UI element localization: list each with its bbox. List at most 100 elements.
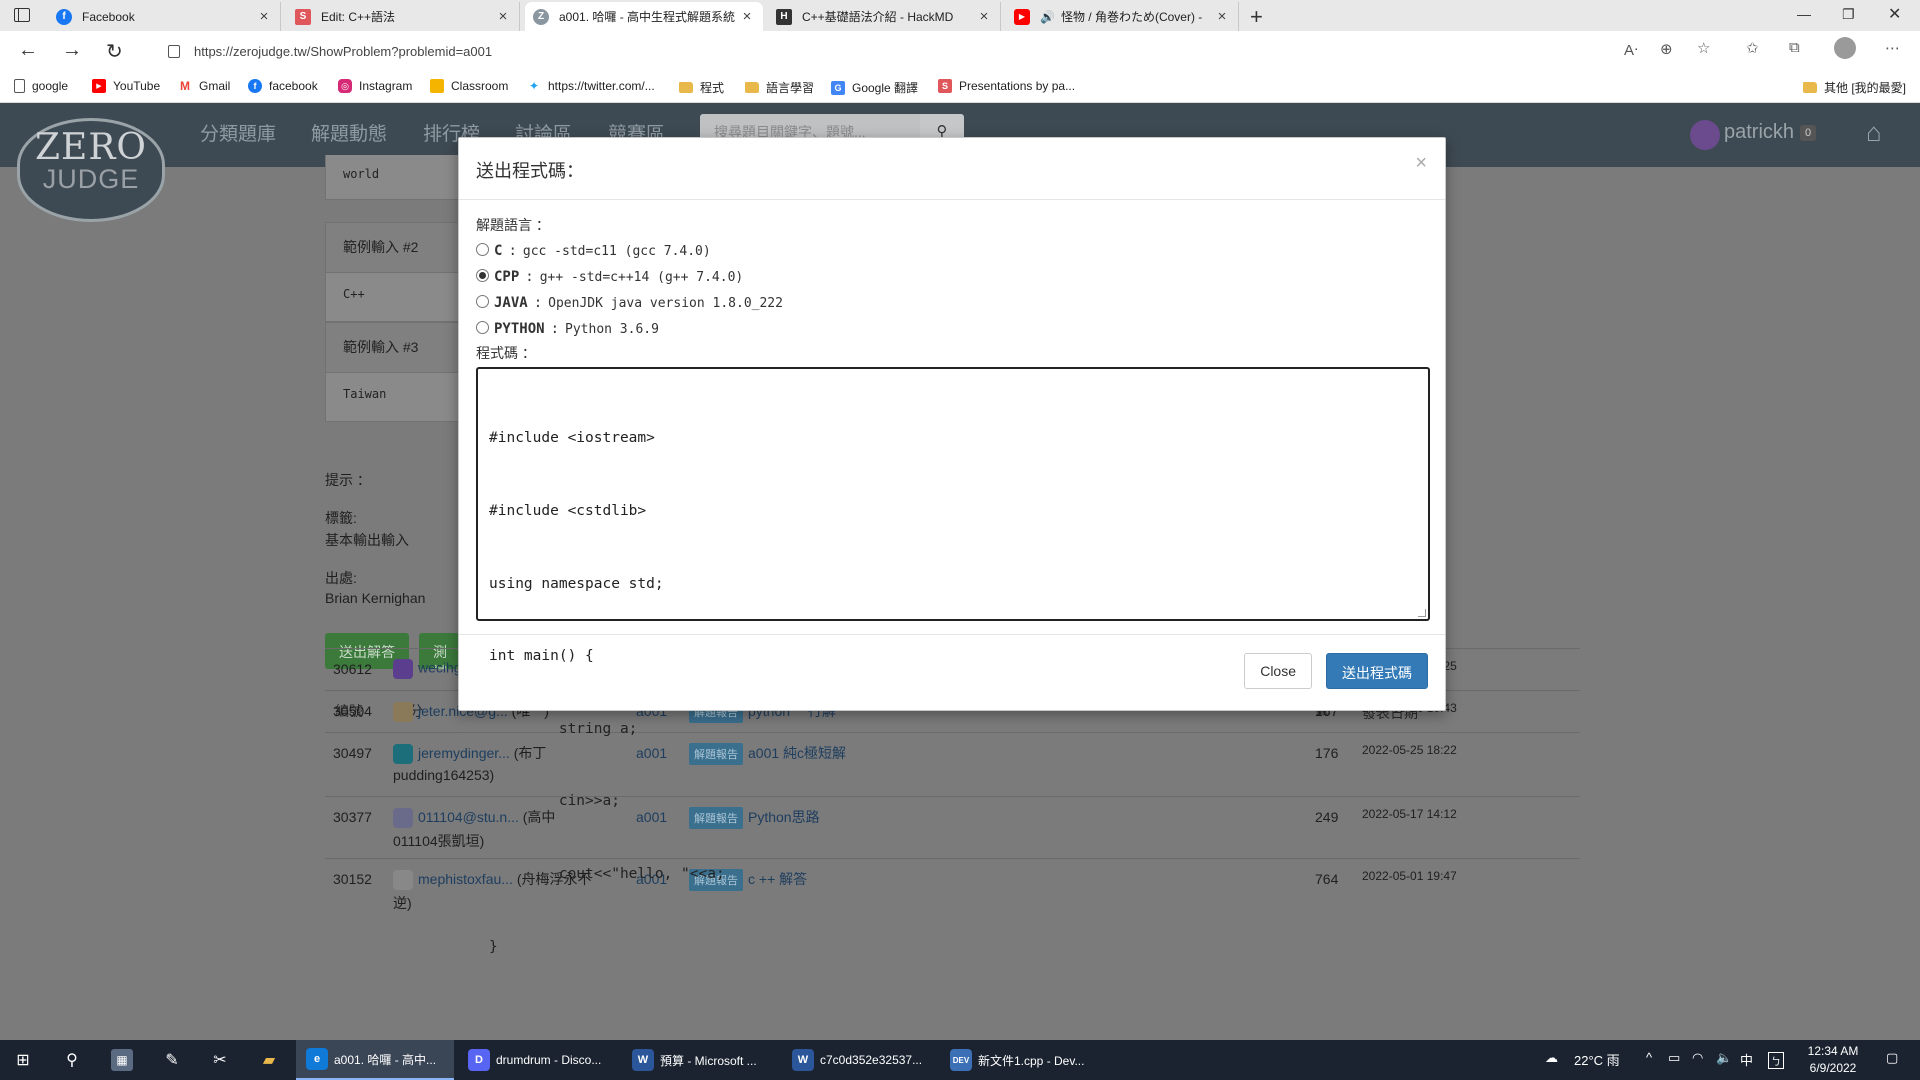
radio-lang-python[interactable]: PYTHON: Python 3.6.9 <box>476 316 1428 342</box>
modal-header: 送出程式碼： × <box>459 138 1445 200</box>
close-tab-icon[interactable]: × <box>1214 8 1230 25</box>
radio-lang-java[interactable]: JAVA: OpenJDK java version 1.8.0_222 <box>476 290 1428 316</box>
forward-arrow-icon[interactable]: → <box>62 39 82 62</box>
page-icon <box>14 79 25 93</box>
speaker-icon[interactable]: 🔊 <box>1040 10 1055 24</box>
bookmark-facebook[interactable]: f facebook <box>248 79 318 93</box>
volume-icon[interactable]: 🔈 <box>1716 1050 1732 1066</box>
youtube-favicon-icon: ▶ <box>1014 8 1030 25</box>
instagram-icon: ◎ <box>338 79 352 93</box>
nav-solve-status[interactable]: 解題動態 <box>311 119 387 146</box>
lock-icon[interactable] <box>168 44 180 58</box>
profile-avatar[interactable] <box>1834 37 1856 59</box>
file-explorer-icon[interactable]: ▰ <box>258 1049 280 1071</box>
taskbar-app[interactable]: DEV 新文件1.cpp - Dev... <box>940 1040 1096 1080</box>
refresh-icon[interactable]: ↻ <box>106 39 123 64</box>
sample-input-2-panel: 範例輸入 #2 C++ <box>325 222 475 322</box>
browser-tab-hackmd[interactable]: H C++基礎語法介紹 - HackMD × <box>768 2 1001 31</box>
row-id: 30377 <box>333 809 372 825</box>
radio-button-selected[interactable] <box>476 268 489 282</box>
tag-value[interactable]: 基本輸出輸入 <box>325 530 409 550</box>
zoom-icon[interactable]: ⊕ <box>1660 40 1673 58</box>
hint-label: 提示 ： <box>325 472 371 488</box>
url-text[interactable]: https://zerojudge.tw/ShowProblem?problem… <box>194 44 492 59</box>
bookmark-presentations[interactable]: S Presentations by pa... <box>938 79 1075 93</box>
notification-badge[interactable]: 0 <box>1800 125 1817 141</box>
address-bar[interactable]: https://zerojudge.tw/ShowProblem?problem… <box>150 36 1730 66</box>
user-name[interactable]: patrickh <box>1724 121 1794 144</box>
bookmark-google-translate[interactable]: G Google 翻譯 <box>831 79 918 96</box>
close-button[interactable]: Close <box>1244 653 1312 689</box>
row-id: 30504 <box>333 703 372 719</box>
bookmark-other-favorites[interactable]: 其他 [我的最愛] <box>1803 79 1906 96</box>
bookmark-gmail[interactable]: M Gmail <box>178 79 230 93</box>
taskbar-app[interactable]: e a001. 哈囉 - 高中... <box>296 1040 454 1080</box>
close-tab-icon[interactable]: × <box>495 8 511 25</box>
app-icon: W <box>632 1049 654 1071</box>
notification-center-icon[interactable]: ▢ <box>1886 1050 1898 1066</box>
zerojudge-logo[interactable]: ZERO JUDGE <box>17 118 165 222</box>
calculator-icon[interactable]: ▦ <box>111 1049 133 1071</box>
windows-start-icon[interactable]: ⊞ <box>12 1049 34 1071</box>
weather-text[interactable]: 22°C 雨 <box>1574 1050 1620 1069</box>
system-clock[interactable]: 12:34 AM 6/9/2022 <box>1803 1043 1863 1077</box>
snipping-tool-icon[interactable]: ✂ <box>209 1049 231 1071</box>
restore-icon[interactable]: ❐ <box>1842 6 1855 23</box>
youtube-icon: ▶ <box>92 79 106 93</box>
new-tab-icon[interactable]: + <box>1250 4 1263 30</box>
ime-mode-icon[interactable]: ㄅ <box>1768 1052 1784 1069</box>
back-arrow-icon[interactable]: ← <box>18 39 38 62</box>
source-label: 出處: <box>325 570 357 586</box>
favorite-star-icon[interactable]: ☆ <box>1697 39 1710 57</box>
close-tab-icon[interactable]: × <box>739 8 755 25</box>
modal-footer: Close 送出程式碼 <box>459 634 1445 710</box>
radio-button[interactable] <box>476 294 489 308</box>
battery-icon[interactable]: ▭ <box>1668 1050 1680 1066</box>
paint-icon[interactable]: ✎ <box>161 1049 183 1071</box>
close-window-icon[interactable]: ✕ <box>1888 4 1901 24</box>
bookmark-twitter[interactable]: ✦ https://twitter.com/... <box>527 79 655 93</box>
weather-icon[interactable]: ☁ <box>1545 1050 1558 1066</box>
bookmark-classroom[interactable]: Classroom <box>430 79 508 93</box>
radio-lang-cpp[interactable]: CPP: g++ -std=c++14 (g++ 7.4.0) <box>476 264 1428 290</box>
close-icon[interactable]: × <box>1415 152 1427 175</box>
more-menu-icon[interactable]: ⋯ <box>1885 39 1900 57</box>
browser-tab-youtube[interactable]: ▶ 🔊 怪物 / 角巻わため(Cover) - × <box>1006 2 1239 31</box>
bookmark-folder-program[interactable]: 程式 <box>679 79 724 96</box>
collections-icon[interactable]: ⧉ <box>1789 39 1800 56</box>
browser-tab-strip: f Facebook × S Edit: C++語法 × Z a001. 哈囉 … <box>0 0 1920 31</box>
minimize-icon[interactable]: — <box>1797 6 1811 22</box>
avatar <box>393 702 413 723</box>
read-aloud-icon[interactable]: Aᐧ <box>1624 41 1638 59</box>
bookmark-google[interactable]: google <box>14 79 68 93</box>
zerojudge-favicon-icon: Z <box>533 8 549 25</box>
resize-handle[interactable] <box>1418 609 1426 617</box>
row-id: 30612 <box>333 661 372 677</box>
taskbar-app[interactable]: Ddrumdrum - Disco... <box>458 1040 618 1080</box>
code-textarea[interactable]: #include <iostream> #include <cstdlib> u… <box>476 367 1430 955</box>
browser-tab-zerojudge[interactable]: Z a001. 哈囉 - 高中生程式解題系統 × <box>525 2 763 31</box>
radio-button[interactable] <box>476 242 489 256</box>
show-hidden-icons[interactable]: ^ <box>1646 1050 1652 1065</box>
bookmark-folder-language[interactable]: 語言學習 <box>745 79 814 96</box>
radio-button[interactable] <box>476 320 489 334</box>
avatar[interactable] <box>1690 120 1720 150</box>
browser-tab-edit-cpp[interactable]: S Edit: C++語法 × <box>287 2 520 31</box>
radio-lang-c[interactable]: C: gcc -std=c11 (gcc 7.4.0) <box>476 238 1428 264</box>
close-tab-icon[interactable]: × <box>976 8 992 25</box>
ime-indicator[interactable]: 中 <box>1740 1050 1753 1069</box>
home-icon[interactable]: ⌂ <box>1866 117 1882 148</box>
favorites-list-icon[interactable]: ✩ <box>1746 39 1759 57</box>
browser-tab-facebook[interactable]: f Facebook × <box>48 2 281 31</box>
close-tab-icon[interactable]: × <box>256 8 272 25</box>
nav-category-problems[interactable]: 分類題庫 <box>200 119 276 146</box>
taskbar-app[interactable]: Wc7c0d352e32537... <box>782 1040 936 1080</box>
row-user-nick-cont: 011104張凱垣) <box>393 833 485 849</box>
taskbar-app[interactable]: W 預算 - Microsoft ... <box>622 1040 778 1080</box>
bookmark-youtube[interactable]: ▶ YouTube <box>92 79 160 93</box>
bookmark-instagram[interactable]: ◎ Instagram <box>338 79 412 93</box>
search-icon[interactable]: ⚲ <box>61 1049 83 1071</box>
wifi-icon[interactable]: ◠ <box>1692 1050 1703 1066</box>
submit-code-button[interactable]: 送出程式碼 <box>1326 653 1428 689</box>
tab-actions-icon[interactable] <box>14 8 30 22</box>
